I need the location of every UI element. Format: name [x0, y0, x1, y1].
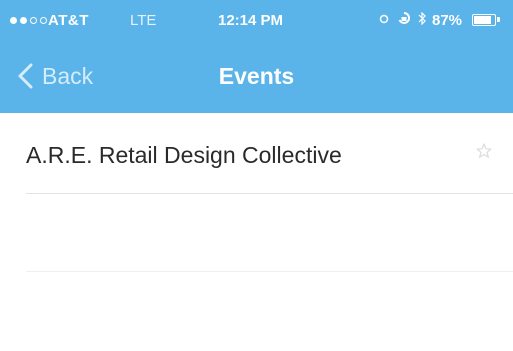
- header: AT&T LTE 12:14 PM 87% Events Back: [0, 0, 513, 113]
- back-button[interactable]: Back: [14, 62, 93, 90]
- row-separator: [26, 271, 513, 272]
- navigation-bar: Events Back: [0, 50, 513, 106]
- status-time: 12:14 PM: [218, 12, 284, 29]
- lock-rotation-icon: [398, 12, 410, 24]
- events-screen: AT&T LTE 12:14 PM 87% Events Back A.R.E.…: [0, 0, 513, 351]
- battery-percentage: 87%: [432, 12, 463, 29]
- status-bar: AT&T LTE 12:14 PM 87%: [0, 0, 513, 40]
- chevron-left-icon: [18, 63, 33, 89]
- bluetooth-icon: [418, 12, 426, 25]
- list-item[interactable]: A.R.E. Retail Design Collective: [0, 113, 513, 195]
- battery-tip: [497, 17, 500, 22]
- star-icon[interactable]: [476, 143, 492, 159]
- status-icons: [378, 12, 426, 25]
- row-separator: [26, 193, 513, 194]
- location-icon: [379, 14, 389, 23]
- battery-icon: [472, 14, 496, 26]
- back-label: Back: [42, 63, 94, 89]
- network-type: LTE: [130, 12, 157, 29]
- events-list: A.R.E. Retail Design Collective: [0, 113, 513, 195]
- carrier-name: AT&T: [48, 12, 89, 29]
- signal-strength-icon: [10, 17, 47, 24]
- battery-fill: [474, 16, 492, 24]
- event-title: A.R.E. Retail Design Collective: [26, 142, 342, 168]
